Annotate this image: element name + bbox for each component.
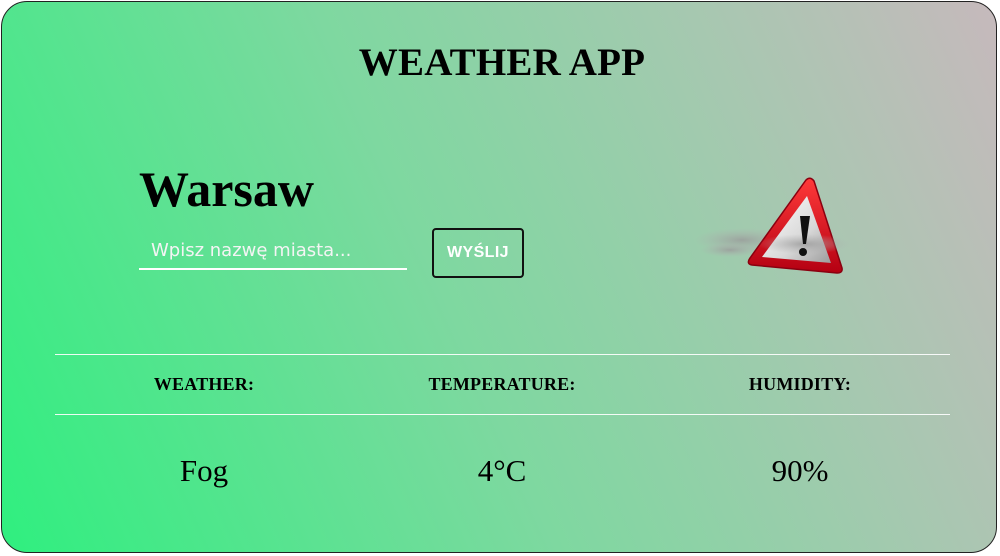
weather-header: WEATHER: — [153, 374, 255, 394]
humidity-value: 90% — [771, 453, 829, 488]
city-name: Warsaw — [139, 161, 314, 217]
city-search-input[interactable] — [139, 232, 407, 270]
app-title: WEATHER APP — [358, 41, 646, 84]
send-button[interactable]: WYŚLIJ — [432, 228, 524, 278]
humidity-header: HUMIDITY: — [748, 374, 852, 394]
weather-value: Fog — [179, 453, 229, 488]
warning-fog-icon — [694, 177, 850, 274]
temperature-header: TEMPERATURE: — [428, 374, 576, 394]
weather-app-card: WEATHER APP Warsaw WYŚLIJ — [1, 1, 997, 553]
temperature-value: 4°C — [477, 453, 527, 488]
table-divider-middle — [55, 414, 950, 415]
table-divider-top — [55, 354, 950, 355]
